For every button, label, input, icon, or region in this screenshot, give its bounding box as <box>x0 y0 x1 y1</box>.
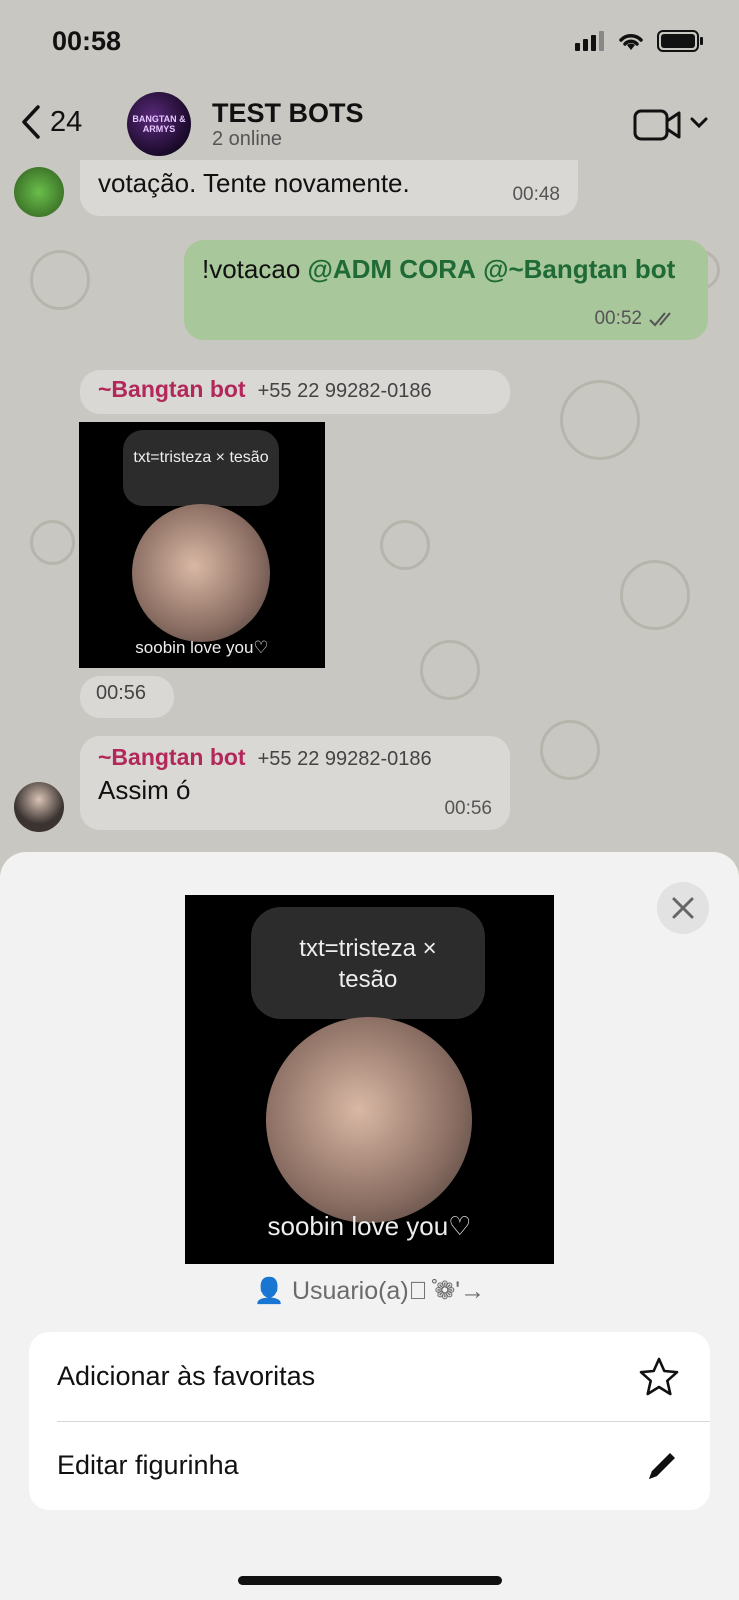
message-time-text: 00:52 <box>594 308 642 329</box>
sender-name[interactable]: ~Bangtan bot <box>98 376 246 402</box>
pencil-icon <box>649 1452 675 1479</box>
sticker-caption: soobin love you♡ <box>135 638 269 657</box>
message-time: 00:56 <box>444 798 492 819</box>
message-text: Assim ó <box>98 775 191 805</box>
close-icon <box>672 897 694 919</box>
star-icon <box>639 1357 679 1395</box>
sticker-menu: Adicionar às favoritas Editar figurinha <box>29 1332 710 1510</box>
sender-avatar[interactable] <box>14 782 64 832</box>
group-title[interactable]: TEST BOTS <box>212 98 364 129</box>
sticker-preview: txt=tristeza × tesão soobin love you♡ <box>185 895 554 1264</box>
chat-header: 24 BANGTAN & ARMYS TEST BOTS 2 online <box>0 90 739 166</box>
video-call-icon[interactable] <box>633 108 683 142</box>
edit-sticker-label: Editar figurinha <box>57 1450 239 1480</box>
sticker-face-image <box>266 1017 472 1223</box>
sticker-top-text: txt=tristeza × tesão <box>251 907 485 1019</box>
sticker-caption: soobin love you♡ <box>267 1211 472 1241</box>
mention-adm-cora[interactable]: @ADM CORA <box>308 254 476 284</box>
status-bar: 00:58 <box>0 0 739 90</box>
edit-sticker-button[interactable]: Editar figurinha <box>29 1421 710 1510</box>
message-time: 00:56 <box>96 682 147 704</box>
sender-phone: +55 22 99282-0186 <box>257 748 432 770</box>
message-time: 00:52 <box>594 308 678 330</box>
home-indicator <box>238 1576 502 1585</box>
add-to-favorites-button[interactable]: Adicionar às favoritas <box>29 1332 710 1421</box>
sticker-owner: 👤 Usuario(a)᳟ ̊❁'→ <box>253 1277 486 1305</box>
unread-count: 24 <box>50 105 83 138</box>
command-text: !votacao <box>202 254 308 284</box>
battery-icon <box>657 30 703 52</box>
sticker-face-image <box>132 504 270 642</box>
close-button[interactable] <box>657 882 709 934</box>
message-text: !votacao @ADM CORA @~Bangtan bot <box>202 250 690 288</box>
chevron-left-icon <box>22 105 40 139</box>
status-time: 00:58 <box>52 26 122 56</box>
signal-icon <box>575 31 604 51</box>
message-text: votação. Tente novamente. <box>98 168 410 198</box>
chevron-down-icon[interactable] <box>689 116 709 130</box>
sticker-top-text: txt=tristeza × tesão <box>123 430 279 506</box>
sender-header-bubble: ~Bangtan bot +55 22 99282-0186 <box>80 370 510 414</box>
group-avatar-logo: BANGTAN & ARMYS <box>132 114 186 134</box>
add-to-favorites-label: Adicionar às favoritas <box>57 1361 316 1391</box>
outgoing-message-bubble[interactable]: !votacao @ADM CORA @~Bangtan bot 00:52 <box>184 240 708 340</box>
group-status: 2 online <box>212 128 283 150</box>
time-chip: 00:56 <box>80 676 174 718</box>
message-bubble[interactable]: votação. Tente novamente. 00:48 <box>80 160 578 216</box>
sender-name[interactable]: ~Bangtan bot <box>98 744 246 770</box>
read-checkmarks-icon <box>649 312 671 327</box>
sticker-action-sheet: txt=tristeza × tesão soobin love you♡ 👤 … <box>0 852 739 1600</box>
mention-bangtan-bot[interactable]: @~Bangtan bot <box>483 254 675 284</box>
sticker-message[interactable]: txt=tristeza × tesão soobin love you♡ <box>79 422 325 668</box>
sender-avatar[interactable] <box>14 167 64 217</box>
status-icons <box>575 30 703 52</box>
message-bubble[interactable]: ~Bangtan bot +55 22 99282-0186 Assim ó 00… <box>80 736 510 830</box>
message-time: 00:48 <box>512 184 560 205</box>
back-button[interactable]: 24 <box>20 104 82 140</box>
group-avatar[interactable]: BANGTAN & ARMYS <box>127 92 191 156</box>
sender-phone: +55 22 99282-0186 <box>257 380 432 402</box>
wifi-icon <box>619 34 643 50</box>
